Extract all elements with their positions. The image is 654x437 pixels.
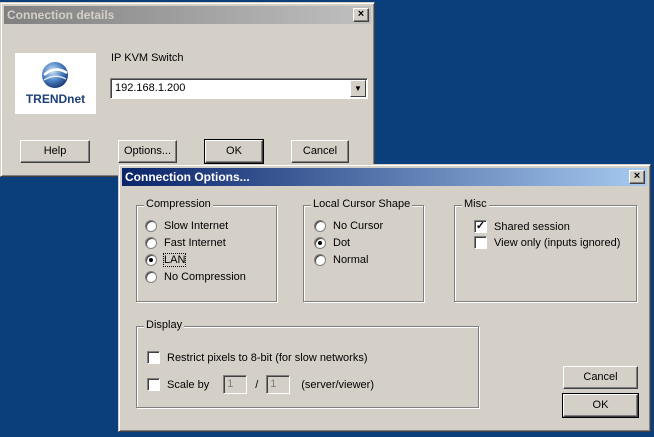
radio-label: Slow Internet [164,220,229,232]
scale-denominator-input[interactable]: 1 [266,375,291,394]
radio-button[interactable] [314,254,326,266]
radio-normal[interactable]: Normal [314,254,368,266]
radio-label: Fast Internet [164,237,226,249]
checkbox-checked-icon[interactable]: ✓ [474,220,487,233]
cancel-button[interactable]: Cancel [563,366,638,389]
connection-details-window: Connection details × TRENDnet IP KVM Swi… [0,2,375,177]
title-bar[interactable]: Connection Options... × [122,168,647,186]
scale-by-label: Scale by [167,378,210,391]
checkbox-icon[interactable] [147,351,160,364]
trendnet-logo: TRENDnet [15,53,96,114]
radio-label: LAN [162,253,187,267]
close-button[interactable]: × [629,170,645,184]
scale-by-row: Scale by 1 / 1 (server/viewer) [147,375,374,394]
connection-options-window: Connection Options... × Compression Slow… [118,164,651,432]
radio-no-compression[interactable]: No Compression [145,271,246,283]
ok-button[interactable]: OK [204,139,264,164]
display-label: Display [144,319,185,331]
scale-separator: / [255,378,259,391]
radio-label: Dot [333,237,351,249]
checkbox-label: Restrict pixels to 8-bit (for slow netwo… [167,351,368,364]
view-only-checkbox[interactable]: View only (inputs ignored) [474,236,620,249]
dropdown-arrow-icon[interactable]: ▼ [350,80,366,97]
radio-slow-internet[interactable]: Slow Internet [145,220,228,232]
shared-session-checkbox[interactable]: ✓ Shared session [474,220,570,233]
checkbox-icon[interactable] [474,236,487,249]
globe-icon: TRENDnet [26,62,85,106]
radio-fast-internet[interactable]: Fast Internet [145,237,226,249]
checkbox-label: Shared session [494,220,570,233]
device-label-text: IP KVM Switch [111,52,184,64]
misc-group: Misc ✓ Shared session View only (inputs … [454,198,637,302]
ok-button[interactable]: OK [562,393,639,418]
cursor-shape-group: Local Cursor Shape No Cursor Dot Normal [303,198,424,302]
svg-text:TRENDnet: TRENDnet [26,92,85,106]
options-button[interactable]: Options... [118,140,177,163]
radio-button[interactable] [314,220,326,232]
radio-button[interactable] [145,271,157,283]
title-bar[interactable]: Connection details × [4,6,371,24]
radio-button[interactable] [314,237,326,249]
checkbox-label: View only (inputs ignored) [494,236,621,249]
radio-button[interactable] [145,254,157,266]
display-group: Display Restrict pixels to 8-bit (for sl… [136,319,479,408]
host-combobox[interactable]: 192.168.1.200 ▼ [110,78,368,99]
scale-suffix: (server/viewer) [301,378,374,391]
cancel-button[interactable]: Cancel [291,140,349,163]
device-label: IP KVM Switch [111,52,184,64]
radio-no-cursor[interactable]: No Cursor [314,220,383,232]
misc-label: Misc [462,198,489,210]
restrict-8bit-checkbox[interactable]: Restrict pixels to 8-bit (for slow netwo… [147,351,368,364]
window-title: Connection Options... [125,170,250,184]
radio-button[interactable] [145,220,157,232]
close-button[interactable]: × [353,8,369,22]
radio-label: No Cursor [333,220,384,232]
scale-numerator-input[interactable]: 1 [223,375,248,394]
radio-label: Normal [333,254,369,266]
compression-label: Compression [144,198,213,210]
checkbox-icon[interactable] [147,378,160,391]
radio-dot[interactable]: Dot [314,237,350,249]
window-title: Connection details [7,8,115,22]
radio-button[interactable] [145,237,157,249]
cursor-shape-label: Local Cursor Shape [311,198,413,210]
radio-label: No Compression [164,271,246,283]
help-button[interactable]: Help [20,140,90,163]
compression-group: Compression Slow Internet Fast Internet … [136,198,277,302]
host-value: 192.168.1.200 [115,82,186,94]
radio-lan[interactable]: LAN [145,253,187,267]
